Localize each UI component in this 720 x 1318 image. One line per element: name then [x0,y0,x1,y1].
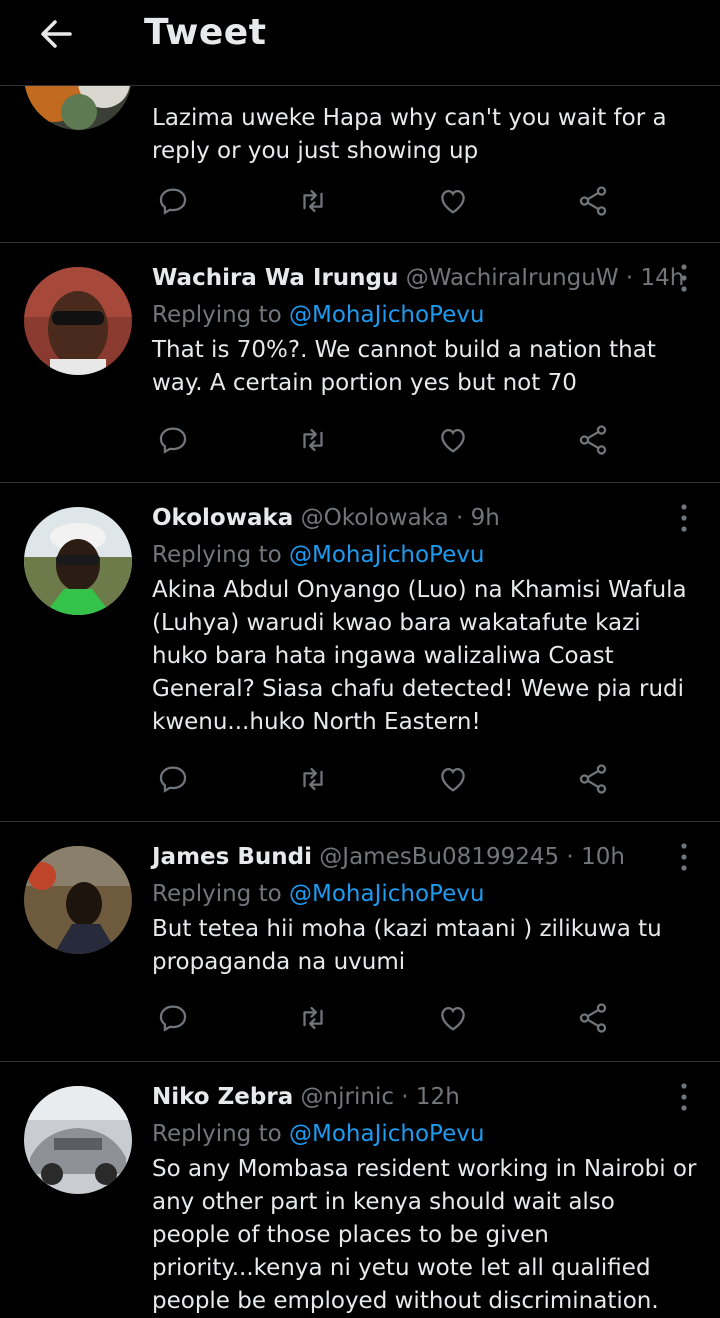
replying-to: Replying to @MohaJichoPevu [152,879,700,909]
author-name[interactable]: Wachira Wa Irungu [152,265,398,291]
like-button[interactable] [436,1001,476,1041]
share-icon [579,764,607,794]
mention-link[interactable]: @MohaJichoPevu [289,542,484,568]
page-title: Tweet [144,12,267,53]
top-bar: Tweet [0,0,720,86]
reply-icon [159,427,187,454]
avatar[interactable] [24,507,132,615]
reply-button[interactable] [156,184,196,224]
tweet-meta: Okolowaka @Okolowaka · 9h [152,503,700,533]
like-button[interactable] [436,762,476,802]
like-button[interactable] [436,423,476,463]
replying-prefix: Replying to [152,302,289,328]
heart-icon [441,1006,465,1031]
tweet-item[interactable]: Okolowaka @Okolowaka · 9h Replying to @M… [0,483,720,822]
tweet-text: That is 70%?. We cannot build a nation t… [152,337,656,396]
share-button[interactable] [576,184,616,224]
share-button[interactable] [576,423,616,463]
meta-separator: · [448,505,471,531]
tweet-text: Lazima uweke Hapa why can't you wait for… [152,105,667,164]
retweet-button[interactable] [296,184,336,224]
retweet-button[interactable] [296,762,336,802]
heart-icon [441,767,465,792]
tweet-actions [152,184,632,224]
author-name[interactable]: Niko Zebra [152,1084,293,1110]
retweet-icon [303,1006,323,1030]
heart-icon [441,189,465,214]
heart-icon [441,428,465,453]
tweet-text: But tetea hii moha (kazi mtaani ) ziliku… [152,916,662,975]
more-options-button[interactable] [678,842,690,872]
author-handle[interactable]: @Okolowaka [301,505,449,531]
retweet-icon [303,428,323,452]
retweet-button[interactable] [296,1001,336,1041]
replying-to: Replying to @MohaJichoPevu [152,1119,700,1149]
share-icon [579,186,607,216]
reply-button[interactable] [156,762,196,802]
more-options-button[interactable] [678,263,690,293]
replying-to: Replying to @MohaJichoPevu [152,540,700,570]
replying-to: Replying to @MohaJichoPevu [152,300,700,330]
more-options-button[interactable] [678,1082,690,1112]
replying-prefix: Replying to [152,1121,289,1147]
reply-icon [159,766,187,793]
reply-button[interactable] [156,1001,196,1041]
author-handle[interactable]: @WachiraIrunguW [406,265,619,291]
avatar[interactable] [24,846,132,954]
arrow-left-icon [41,20,72,48]
mention-link[interactable]: @MohaJichoPevu [289,302,484,328]
more-vertical-icon [681,504,687,532]
author-handle[interactable]: @njrinic [301,1084,394,1110]
tweet-actions [152,1001,632,1041]
mention-link[interactable]: @MohaJichoPevu [289,881,484,907]
avatar[interactable] [24,1086,132,1194]
meta-separator: · [618,265,641,291]
more-vertical-icon [681,843,687,871]
retweet-icon [303,189,323,213]
meta-separator: · [559,844,582,870]
tweet-actions [152,762,632,802]
tweet-meta: Niko Zebra @njrinic · 12h [152,1082,700,1112]
tweet-time[interactable]: 9h [471,505,500,531]
replying-prefix: Replying to [152,881,289,907]
tweet-meta: Wachira Wa Irungu @WachiraIrunguW · 14h [152,263,700,293]
tweet-item[interactable]: James Bundi @JamesBu08199245 · 10h Reply… [0,822,720,1062]
tweet-item[interactable]: Lazima uweke Hapa why can't you wait for… [0,22,720,243]
reply-icon [159,1005,187,1032]
tweet-time[interactable]: 10h [581,844,625,870]
reply-icon [159,188,187,215]
meta-separator: · [393,1084,416,1110]
author-handle[interactable]: @JamesBu08199245 [319,844,559,870]
more-options-button[interactable] [678,503,690,533]
tweet-item[interactable]: Wachira Wa Irungu @WachiraIrunguW · 14h … [0,243,720,483]
more-vertical-icon [681,264,687,292]
share-button[interactable] [576,1001,616,1041]
back-button[interactable] [36,14,76,54]
mention-link[interactable]: @MohaJichoPevu [289,1121,484,1147]
reply-button[interactable] [156,423,196,463]
retweet-button[interactable] [296,423,336,463]
tweet-text: So any Mombasa resident working in Nairo… [152,1156,697,1314]
tweet-item[interactable]: Niko Zebra @njrinic · 12h Replying to @M… [0,1062,720,1318]
tweet-meta: James Bundi @JamesBu08199245 · 10h [152,842,700,872]
tweet-actions [152,423,632,463]
tweet-time[interactable]: 12h [416,1084,460,1110]
share-icon [579,1003,607,1033]
more-vertical-icon [681,1083,687,1111]
share-button[interactable] [576,762,616,802]
like-button[interactable] [436,184,476,224]
replying-prefix: Replying to [152,542,289,568]
share-icon [579,425,607,455]
author-name[interactable]: James Bundi [152,844,312,870]
avatar[interactable] [24,267,132,375]
tweet-text: Akina Abdul Onyango (Luo) na Khamisi Waf… [152,577,687,735]
retweet-icon [303,767,323,791]
author-name[interactable]: Okolowaka [152,505,293,531]
